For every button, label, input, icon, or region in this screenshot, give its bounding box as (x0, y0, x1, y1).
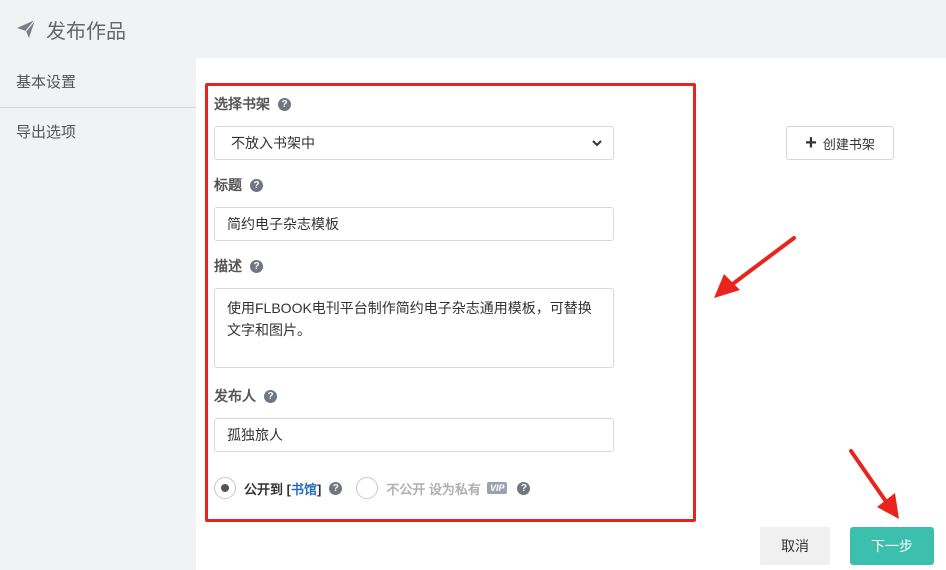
paper-plane-icon (17, 19, 36, 38)
publisher-label: 发布人 ? (214, 386, 277, 406)
publisher-input[interactable]: 孤独旅人 (214, 418, 614, 452)
public-label: 公开到 [书馆] (244, 481, 322, 497)
visibility-options: 公开到 [书馆] ? 不公开 设为私有 VIP ? (214, 476, 531, 500)
plus-icon: + (805, 132, 817, 154)
help-icon[interactable]: ? (278, 97, 291, 111)
sidebar: 基本设置 导出选项 (0, 58, 196, 570)
help-icon[interactable]: ? (250, 178, 263, 192)
help-icon[interactable]: ? (517, 481, 531, 495)
next-step-button[interactable]: 下一步 (850, 527, 934, 565)
sidebar-item-basic-settings[interactable]: 基本设置 (0, 58, 196, 108)
chevron-down-icon (592, 140, 602, 147)
sidebar-item-export-options[interactable]: 导出选项 (0, 108, 196, 158)
radio-dot (221, 484, 229, 492)
help-icon[interactable]: ? (264, 389, 277, 403)
private-label: 不公开 设为私有 (386, 481, 481, 497)
private-radio[interactable] (356, 477, 379, 499)
title-input[interactable]: 简约电子杂志模板 (214, 207, 614, 241)
shelf-select[interactable]: 不放入书架中 (214, 126, 614, 160)
description-label: 描述 ? (214, 256, 263, 276)
public-radio[interactable] (214, 477, 236, 499)
help-icon[interactable]: ? (250, 259, 263, 273)
library-link[interactable]: 书馆 (291, 482, 317, 497)
description-textarea[interactable]: 使用FLBOOK电刊平台制作简约电子杂志通用模板，可替换文字和图片。 (214, 288, 614, 368)
title-label: 标题 ? (214, 175, 263, 195)
cancel-button[interactable]: 取消 (760, 527, 830, 565)
create-shelf-button[interactable]: + 创建书架 (786, 126, 894, 160)
shelf-label: 选择书架 ? (214, 94, 291, 114)
help-icon[interactable]: ? (329, 481, 343, 495)
vip-badge: VIP (486, 482, 508, 494)
page-header: 发布作品 (0, 0, 946, 58)
page-title: 发布作品 (46, 20, 126, 43)
